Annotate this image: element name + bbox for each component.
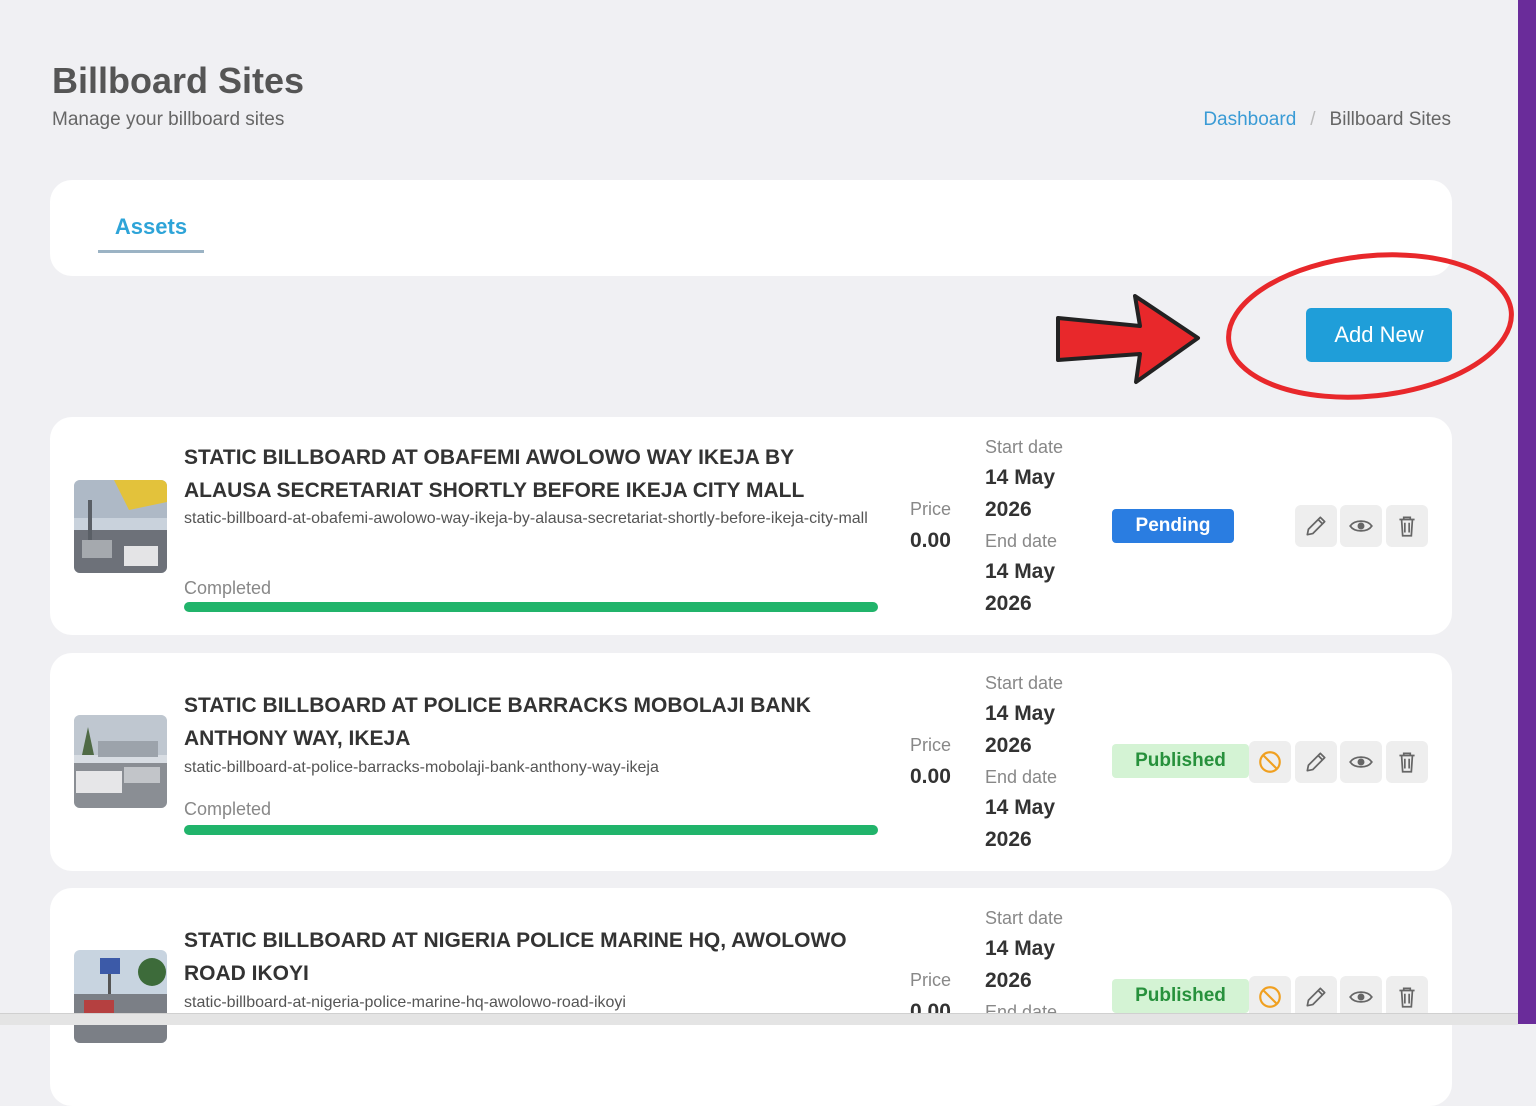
view-button[interactable] (1340, 505, 1382, 547)
progress-fill (184, 602, 878, 612)
asset-card: STATIC BILLBOARD AT POLICE BARRACKS MOBO… (50, 653, 1452, 871)
asset-thumbnail[interactable] (74, 950, 167, 1043)
pencil-icon (1306, 987, 1326, 1007)
breadcrumb-current: Billboard Sites (1329, 109, 1451, 130)
delete-button[interactable] (1386, 741, 1428, 783)
asset-thumbnail[interactable] (74, 480, 167, 573)
progress-label: Completed (184, 799, 272, 819)
unpublish-button[interactable] (1249, 976, 1291, 1018)
unpublish-button[interactable] (1249, 741, 1291, 783)
price-value: 0.00 (910, 529, 951, 552)
breadcrumb-dashboard-link[interactable]: Dashboard (1203, 109, 1296, 130)
status-badge: Published (1112, 744, 1249, 778)
ban-icon (1259, 751, 1281, 773)
delete-button[interactable] (1386, 505, 1428, 547)
pencil-icon (1306, 752, 1326, 772)
price-label: Price (910, 970, 952, 990)
page-subtitle: Manage your billboard sites (52, 109, 285, 130)
end-date-value: 14 May 2026 (985, 796, 1056, 851)
tabs-card: Assets (50, 180, 1452, 276)
eye-icon (1349, 520, 1373, 532)
edit-button[interactable] (1295, 976, 1337, 1018)
start-date-label: Start date (985, 908, 1064, 928)
page-title: Billboard Sites (52, 60, 305, 101)
start-date-value: 14 May 2026 (985, 937, 1056, 992)
pencil-icon (1306, 516, 1326, 536)
edit-button[interactable] (1295, 741, 1337, 783)
price-label: Price (910, 499, 952, 519)
asset-slug: static-billboard-at-obafemi-awolowo-way-… (184, 510, 868, 527)
status-badge: Published (1112, 979, 1249, 1013)
start-date-label: Start date (985, 437, 1064, 457)
add-new-button[interactable]: Add New (1306, 308, 1452, 362)
asset-card: STATIC BILLBOARD AT OBAFEMI AWOLOWO WAY … (50, 417, 1452, 635)
asset-card: STATIC BILLBOARD AT NIGERIA POLICE MARIN… (50, 888, 1452, 1106)
date-block: Start date 14 May 2026 End date 14 May 2… (985, 432, 1105, 620)
start-date-value: 14 May 2026 (985, 702, 1056, 757)
asset-thumbnail[interactable] (74, 715, 167, 808)
edit-button[interactable] (1295, 505, 1337, 547)
end-date-label: End date (985, 767, 1058, 787)
trash-icon (1399, 516, 1415, 537)
price-label: Price (910, 735, 952, 755)
asset-title[interactable]: STATIC BILLBOARD AT OBAFEMI AWOLOWO WAY … (184, 441, 884, 507)
view-button[interactable] (1340, 741, 1382, 783)
delete-button[interactable] (1386, 976, 1428, 1018)
status-badge: Pending (1112, 509, 1234, 543)
price-value: 0.00 (910, 765, 951, 788)
start-date-label: Start date (985, 673, 1064, 693)
asset-slug: static-billboard-at-police-barracks-mobo… (184, 759, 659, 776)
window-edge-bar (1518, 0, 1536, 1024)
breadcrumb-separator: / (1310, 109, 1316, 130)
progress-fill (184, 825, 878, 835)
end-date-label: End date (985, 531, 1058, 551)
start-date-value: 14 May 2026 (985, 466, 1056, 521)
progress-bar (184, 602, 878, 612)
eye-icon (1349, 756, 1373, 768)
asset-title[interactable]: STATIC BILLBOARD AT NIGERIA POLICE MARIN… (184, 924, 884, 990)
progress-label: Completed (184, 578, 272, 598)
tab-assets[interactable]: Assets (98, 206, 204, 253)
breadcrumb: Dashboard / Billboard Sites (1203, 109, 1451, 131)
progress-bar (184, 825, 878, 835)
date-block: Start date 14 May 2026 End date (985, 903, 1105, 1027)
ban-icon (1259, 986, 1281, 1008)
view-button[interactable] (1340, 976, 1382, 1018)
horizontal-scrollbar[interactable] (0, 1013, 1518, 1025)
end-date-value: 14 May 2026 (985, 560, 1056, 615)
eye-icon (1349, 991, 1373, 1003)
annotation-arrow (1056, 294, 1200, 384)
asset-title[interactable]: STATIC BILLBOARD AT POLICE BARRACKS MOBO… (184, 689, 884, 755)
trash-icon (1399, 987, 1415, 1008)
trash-icon (1399, 752, 1415, 773)
date-block: Start date 14 May 2026 End date 14 May 2… (985, 668, 1105, 856)
